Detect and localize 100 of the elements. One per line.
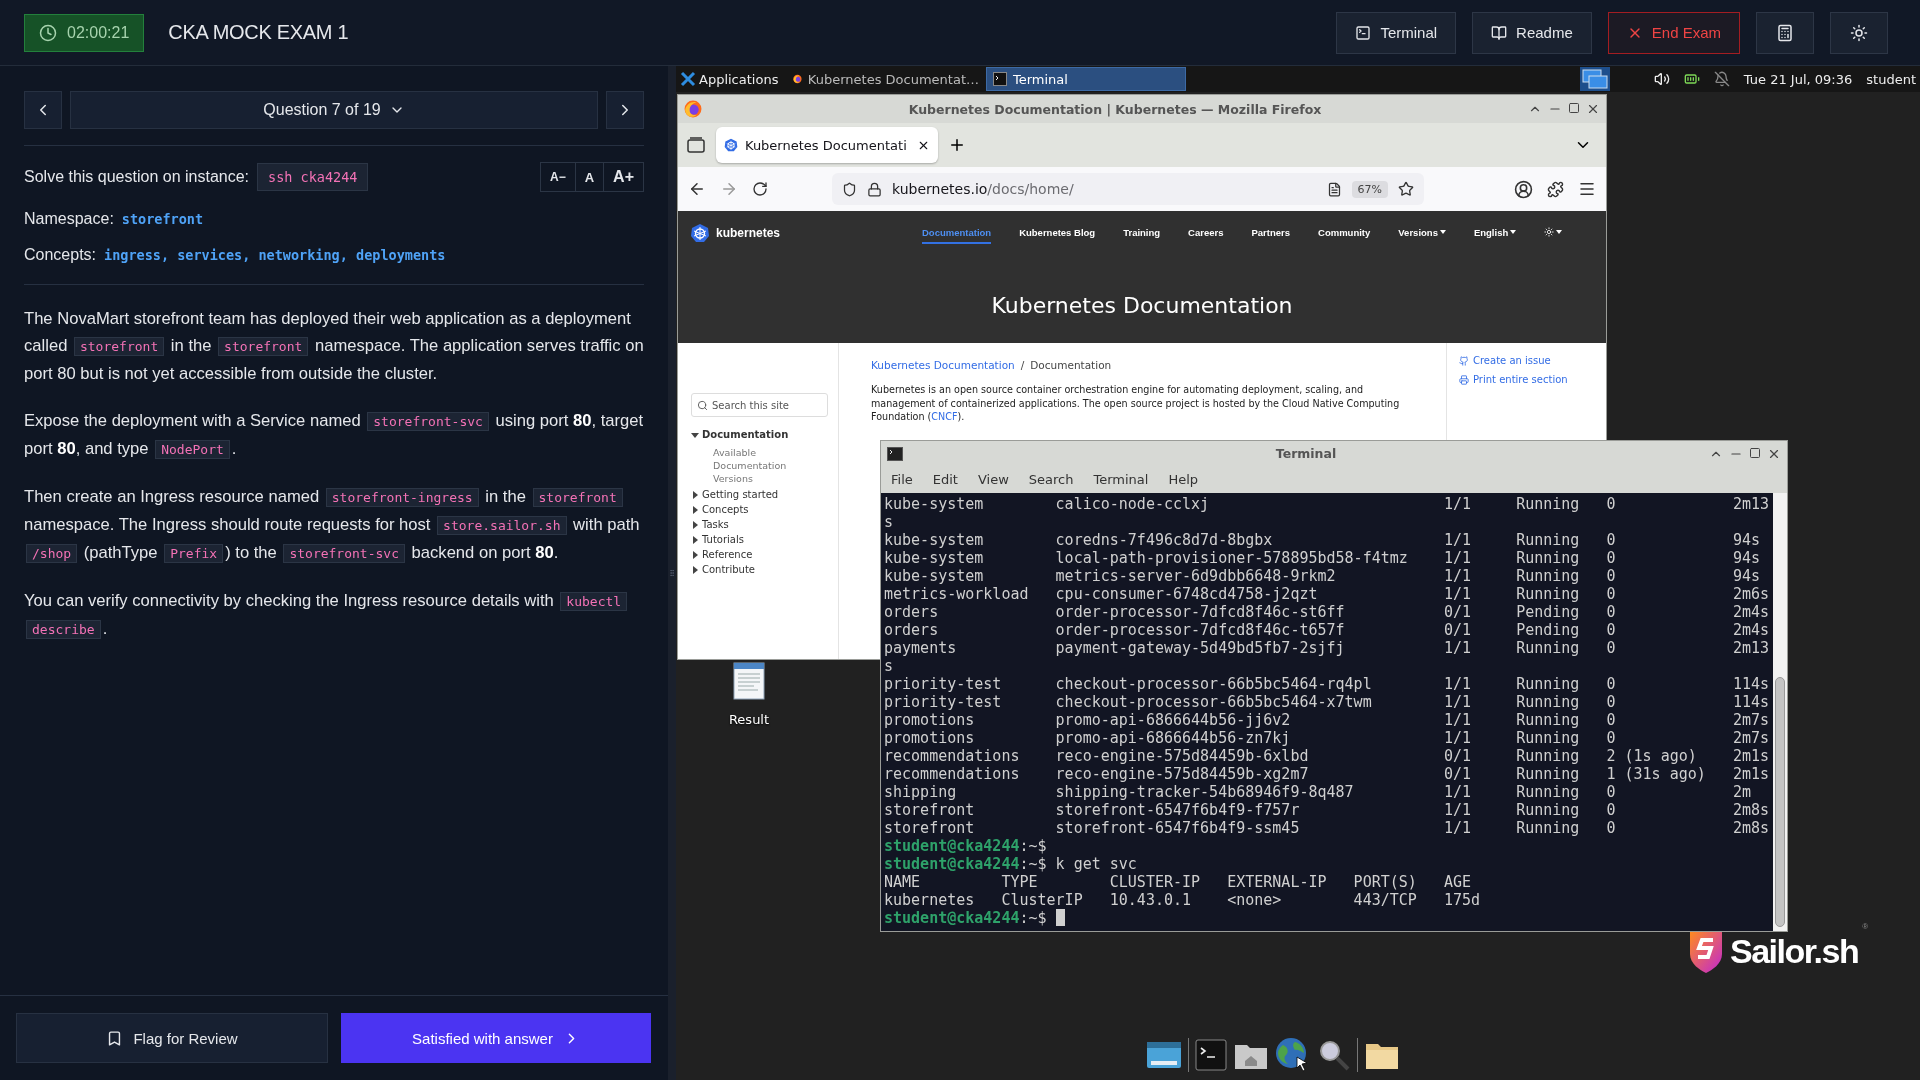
font-size-button[interactable]: A+ xyxy=(603,163,643,191)
sidebar-item[interactable]: Documentation xyxy=(702,429,789,440)
browser-icon xyxy=(684,100,702,118)
taskbar-button[interactable]: Terminal xyxy=(986,67,1186,91)
search-icon[interactable] xyxy=(1317,1038,1351,1072)
grip-icon[interactable] xyxy=(668,569,676,577)
menu-icon[interactable] xyxy=(1578,180,1596,198)
sidebar-item[interactable]: Available Documentation Versions xyxy=(713,446,793,485)
menu-item[interactable]: Help xyxy=(1168,472,1199,487)
sun-icon xyxy=(1544,227,1555,237)
extensions-icon[interactable] xyxy=(1547,180,1564,198)
printer-icon xyxy=(1459,374,1469,385)
cncf-link[interactable]: CNCF xyxy=(931,411,958,422)
panel-clock[interactable]: Tue 21 Jul, 09:36 xyxy=(1743,71,1853,87)
site-nav-link[interactable]: Careers xyxy=(1188,222,1224,244)
sidebar-item[interactable]: Getting started xyxy=(702,489,779,500)
zoom-level[interactable]: 67% xyxy=(1351,180,1388,198)
desktop-icon[interactable] xyxy=(1146,1039,1182,1071)
terminal-line: NAME TYPE CLUSTER-IP EXTERNAL-IP PORT(S) AGE xyxy=(884,873,1472,891)
terminal-line: promotions promo-api-6866644b56-jj6v2 1/1 Running 0 2m7s xyxy=(884,711,1770,729)
terminal-icon[interactable] xyxy=(1195,1039,1227,1071)
window-title: Terminal xyxy=(1274,446,1338,461)
taskbar-button[interactable]: Kubernetes Documentat… xyxy=(786,67,986,91)
back-icon[interactable] xyxy=(688,180,706,198)
site-nav-link[interactable]: Community xyxy=(1318,222,1371,244)
site-nav-link[interactable]: Partners xyxy=(1251,222,1291,244)
menu-item[interactable]: Edit xyxy=(932,472,958,487)
panel-user[interactable]: student xyxy=(1866,71,1916,87)
terminal-line: recommendations reco-engine-575d84459b-6xlbd 0/1 Running 2 (1s ago) 2m1s xyxy=(884,747,1770,765)
forward-icon[interactable] xyxy=(720,180,738,198)
maximize-icon[interactable] xyxy=(1749,446,1761,459)
kubernetes-logo-icon[interactable] xyxy=(690,223,710,243)
create-issue-link[interactable]: Create an issue xyxy=(1459,355,1606,366)
terminal-line: orders order-processor-7dfcd8f46c-t657f 0/1 Pending 0 2m4s xyxy=(884,621,1770,639)
caret-icon[interactable] xyxy=(691,565,699,574)
menu-item[interactable]: File xyxy=(891,472,913,487)
maximize-icon[interactable] xyxy=(1568,102,1580,114)
site-nav-link[interactable]: Training xyxy=(1123,222,1161,244)
site-nav-link[interactable]: Versions xyxy=(1398,222,1446,244)
site-brand[interactable]: kubernetes xyxy=(716,226,781,240)
terminal-button[interactable]: Terminal xyxy=(1336,11,1457,54)
scrollbar[interactable] xyxy=(1773,493,1787,931)
applications-menu[interactable]: Applications xyxy=(676,66,786,92)
volume-icon[interactable] xyxy=(1653,71,1670,87)
sidebar-item[interactable]: Tutorials xyxy=(702,534,744,545)
bookmark-star-icon[interactable] xyxy=(1398,181,1414,197)
sun-icon xyxy=(1850,23,1868,42)
site-nav-link[interactable]: Documentation xyxy=(922,222,992,244)
reader-view-icon[interactable] xyxy=(1326,181,1342,197)
shield-icon xyxy=(842,181,857,197)
menu-item[interactable]: Terminal xyxy=(1093,472,1149,487)
site-search-field[interactable]: Search this site xyxy=(691,393,828,417)
caret-icon[interactable] xyxy=(691,430,699,439)
end-exam-button[interactable]: End Exam xyxy=(1607,11,1740,54)
notifications-off-icon[interactable] xyxy=(1713,71,1730,87)
question-selector[interactable]: Question 7 of 19 xyxy=(70,91,598,129)
print-section-link[interactable]: Print entire section xyxy=(1459,374,1606,385)
caret-icon[interactable] xyxy=(691,550,699,559)
search-icon xyxy=(697,399,708,411)
battery-icon[interactable] xyxy=(1683,71,1700,87)
tab-list-icon[interactable] xyxy=(686,136,706,154)
address-bar[interactable]: kubernetes.io/docs/home/ 67% xyxy=(832,173,1424,205)
font-size-button[interactable]: A xyxy=(574,163,604,191)
terminal-line: priority-test checkout-processor-66b5bc5464-rq4pl 1/1 Running 0 114s xyxy=(884,675,1770,693)
desktop-icon-label[interactable]: Result xyxy=(728,712,770,727)
github-icon xyxy=(1459,355,1469,366)
concepts-value: ingress, services, networking, deployments xyxy=(104,247,446,263)
calculator-button[interactable] xyxy=(1756,11,1814,54)
font-size-button[interactable]: A− xyxy=(541,163,575,191)
browser-tab[interactable]: Kubernetes Documentati xyxy=(716,127,938,163)
caret-icon[interactable] xyxy=(691,505,699,514)
document-icon[interactable] xyxy=(733,662,765,700)
sidebar-item[interactable]: Reference xyxy=(702,549,753,560)
close-icon[interactable] xyxy=(1586,102,1600,116)
submit-answer-button[interactable]: Satisfied with answer xyxy=(341,1013,651,1063)
site-nav-link[interactable]: Kubernetes Blog xyxy=(1019,222,1096,244)
sidebar-item[interactable]: Tasks xyxy=(702,519,729,530)
new-tab-icon[interactable] xyxy=(948,136,966,154)
caret-icon[interactable] xyxy=(691,520,699,529)
exam-title: CKA MOCK EXAM 1 xyxy=(168,21,349,44)
caret-icon[interactable] xyxy=(691,490,699,499)
ssh-command: ssh cka4244 xyxy=(257,163,369,191)
sidebar-item[interactable]: Concepts xyxy=(702,504,749,515)
terminal-icon xyxy=(887,446,903,461)
theme-button[interactable] xyxy=(1830,11,1888,54)
sidebar-item[interactable]: Contribute xyxy=(702,564,755,575)
clock-icon xyxy=(39,23,57,42)
terminal-line: kube-system metrics-server-6d9dbb6648-9rkm2 1/1 Running 0 94s xyxy=(884,567,1761,585)
exam-timer: 02:00:21 xyxy=(24,13,145,52)
flag-for-review-button[interactable]: Flag for Review xyxy=(16,1013,328,1063)
menu-item[interactable]: View xyxy=(977,472,1009,487)
caret-icon[interactable] xyxy=(691,535,699,544)
account-icon[interactable] xyxy=(1514,179,1533,199)
breadcrumb-link[interactable]: Kubernetes Documentation xyxy=(871,359,1015,371)
menu-item[interactable]: Search xyxy=(1028,472,1074,487)
workspace-switcher-icon[interactable] xyxy=(1579,67,1610,91)
reload-icon[interactable] xyxy=(752,181,768,197)
site-nav-link[interactable]: English xyxy=(1473,222,1517,244)
terminal-line: storefront storefront-6547f6b4f9-f757r 1/1 Running 0 2m8s xyxy=(884,801,1770,819)
readme-button[interactable]: Readme xyxy=(1472,11,1592,54)
